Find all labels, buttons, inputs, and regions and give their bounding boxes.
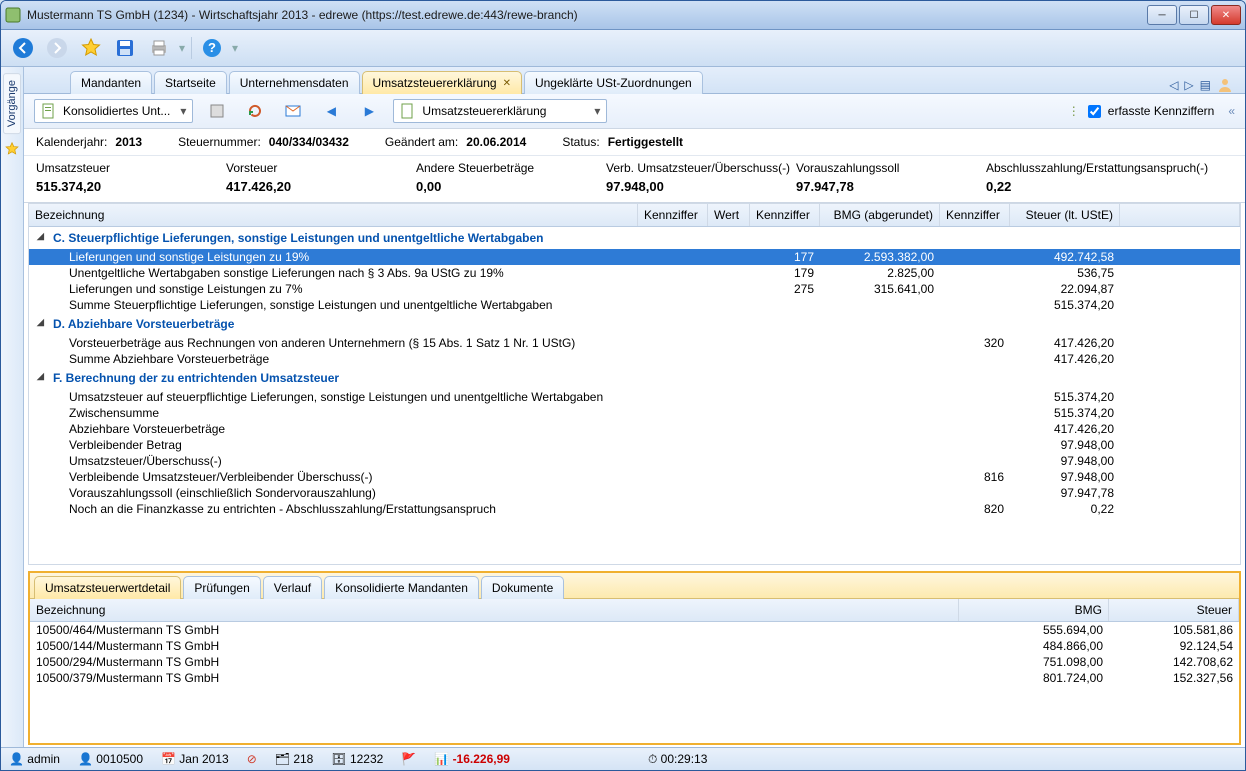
minimize-button[interactable]: ─ [1147, 5, 1177, 25]
app-icon [5, 7, 21, 23]
detail-row[interactable]: 10500/464/Mustermann TS GmbH555.694,0010… [30, 622, 1239, 638]
grid-row[interactable]: Vorsteuerbeträge aus Rechnungen von ande… [29, 335, 1240, 351]
sidebar: Vorgänge [1, 67, 24, 747]
save-button[interactable] [111, 34, 139, 62]
forward-button[interactable] [43, 34, 71, 62]
options-handle-icon[interactable]: ⋮ [1068, 104, 1080, 118]
svg-text:?: ? [208, 40, 216, 55]
detail-row[interactable]: 10500/294/Mustermann TS GmbH751.098,0014… [30, 654, 1239, 670]
tab-ungeklaerte-ust[interactable]: Ungeklärte USt-Zuordnungen [524, 71, 703, 94]
grid-row[interactable]: Verbleibender Betrag97.948,00 [29, 437, 1240, 453]
chevron-down-icon: ▾ [180, 104, 186, 118]
document-tabs: Mandanten Startseite Unternehmensdaten U… [24, 67, 1245, 94]
refresh-icon[interactable] [241, 97, 269, 125]
grid-row[interactable]: Lieferungen und sonstige Leistungen zu 7… [29, 281, 1240, 297]
maximize-button[interactable]: ☐ [1179, 5, 1209, 25]
detail-panel: Umsatzsteuerwertdetail Prüfungen Verlauf… [28, 571, 1241, 745]
form-combo[interactable]: Umsatzsteuererklärung ▾ [393, 99, 607, 123]
grid-section[interactable]: C. Steuerpflichtige Lieferungen, sonstig… [29, 227, 1240, 249]
detail-header: Bezeichnung BMG Steuer [30, 599, 1239, 622]
back-button[interactable] [9, 34, 37, 62]
print-button[interactable] [145, 34, 173, 62]
db-icon: 🗄 [331, 752, 346, 766]
detail-tabs: Umsatzsteuerwertdetail Prüfungen Verlauf… [30, 573, 1239, 599]
grid-row[interactable]: Summe Steuerpflichtige Lieferungen, sons… [29, 297, 1240, 313]
subtab-dokumente[interactable]: Dokumente [481, 576, 564, 599]
document-toolbar: Konsolidiertes Unt... ▾ ◀ ▶ Umsatzsteuer… [24, 94, 1245, 129]
subtab-pruefungen[interactable]: Prüfungen [183, 576, 260, 599]
grid-row[interactable]: Umsatzsteuer/Überschuss(-)97.948,00 [29, 453, 1240, 469]
nav-next-icon[interactable]: ▶ [355, 97, 383, 125]
tab-startseite[interactable]: Startseite [154, 71, 227, 94]
document-icon [41, 103, 57, 119]
mail-icon[interactable] [279, 97, 307, 125]
sidebar-tab-vorgaenge[interactable]: Vorgänge [3, 73, 21, 134]
tab-list-icon[interactable]: ▤ [1200, 78, 1211, 92]
collapse-icon[interactable]: « [1228, 104, 1235, 118]
titlebar: Mustermann TS GmbH (1234) - Wirtschaftsj… [1, 1, 1245, 30]
window-title: Mustermann TS GmbH (1234) - Wirtschaftsj… [21, 8, 1147, 22]
grid-row[interactable]: Vorauszahlungssoll (einschließlich Sonde… [29, 485, 1240, 501]
status-bar: 👤 admin 👤 0010500 📅 Jan 2013 ⊘ 🗂 218 🗄 1… [1, 747, 1245, 770]
erfasste-kennziffern-label: erfasste Kennziffern [1108, 104, 1215, 118]
flag-icon: 🚩 [401, 752, 416, 766]
main-toolbar: ▾ ? ▾ [1, 30, 1245, 67]
grid-section[interactable]: D. Abziehbare Vorsteuerbeträge [29, 313, 1240, 335]
grid-row[interactable]: Verbleibende Umsatzsteuer/Verbleibender … [29, 469, 1240, 485]
tab-umsatzsteuererklaerung[interactable]: Umsatzsteuererklärung✕ [362, 71, 522, 94]
subtab-konsolidierte[interactable]: Konsolidierte Mandanten [324, 576, 479, 599]
grid-row[interactable]: Abziehbare Vorsteuerbeträge417.426,20 [29, 421, 1240, 437]
subtab-detail[interactable]: Umsatzsteuerwertdetail [34, 576, 181, 599]
tab-close-icon[interactable]: ✕ [503, 78, 511, 89]
close-button[interactable]: ✕ [1211, 5, 1241, 25]
entity-combo[interactable]: Konsolidiertes Unt... ▾ [34, 99, 193, 123]
clock-icon: ⏱ [648, 752, 657, 767]
calendar-icon: 📅 [161, 752, 176, 766]
detail-body[interactable]: 10500/464/Mustermann TS GmbH555.694,0010… [30, 622, 1239, 686]
grid-row[interactable]: Lieferungen und sonstige Leistungen zu 1… [29, 249, 1240, 265]
grid-body[interactable]: C. Steuerpflichtige Lieferungen, sonstig… [29, 227, 1240, 564]
main-grid: Bezeichnung Kennziffer Wert Kennziffer B… [28, 203, 1241, 565]
erfasste-kennziffern-checkbox[interactable] [1088, 105, 1101, 118]
grid-row[interactable]: Summe Abziehbare Vorsteuerbeträge417.426… [29, 351, 1240, 367]
client-status-icon: 👤 [78, 752, 93, 766]
grid-row[interactable]: Zwischensumme515.374,20 [29, 405, 1240, 421]
grid-section[interactable]: F. Berechnung der zu entrichtenden Umsat… [29, 367, 1240, 389]
detail-row[interactable]: 10500/379/Mustermann TS GmbH801.724,0015… [30, 670, 1239, 686]
favorite-button[interactable] [77, 34, 105, 62]
grid-row[interactable]: Unentgeltliche Wertabgaben sonstige Lief… [29, 265, 1240, 281]
help-button[interactable]: ? [198, 34, 226, 62]
chevron-down-icon: ▾ [594, 104, 600, 118]
subtab-verlauf[interactable]: Verlauf [263, 576, 322, 599]
nav-prev-icon[interactable]: ◀ [317, 97, 345, 125]
detail-row[interactable]: 10500/144/Mustermann TS GmbH484.866,0092… [30, 638, 1239, 654]
totals-bar: Umsatzsteuer515.374,20 Vorsteuer417.426,… [24, 156, 1245, 203]
error-icon: ⊘ [247, 752, 257, 766]
tab-next-icon[interactable]: ▷ [1184, 78, 1193, 92]
money-icon: 📊 [434, 752, 449, 766]
user-icon[interactable] [1217, 77, 1233, 93]
tab-unternehmensdaten[interactable]: Unternehmensdaten [229, 71, 360, 94]
form-icon [400, 103, 416, 119]
grid-row[interactable]: Umsatzsteuer auf steuerpflichtige Liefer… [29, 389, 1240, 405]
tab-mandanten[interactable]: Mandanten [70, 71, 152, 94]
meta-bar: Kalenderjahr:2013 Steuernummer:040/334/0… [24, 129, 1245, 156]
grid-row[interactable]: Noch an die Finanzkasse zu entrichten - … [29, 501, 1240, 517]
toolbar-action1[interactable] [203, 97, 231, 125]
tab-prev-icon[interactable]: ◁ [1169, 78, 1178, 92]
user-status-icon: 👤 [9, 752, 24, 766]
stack-icon: 🗂 [275, 752, 290, 766]
star-icon[interactable] [5, 142, 19, 156]
grid-header: Bezeichnung Kennziffer Wert Kennziffer B… [29, 204, 1240, 227]
app-window: Mustermann TS GmbH (1234) - Wirtschaftsj… [0, 0, 1246, 771]
